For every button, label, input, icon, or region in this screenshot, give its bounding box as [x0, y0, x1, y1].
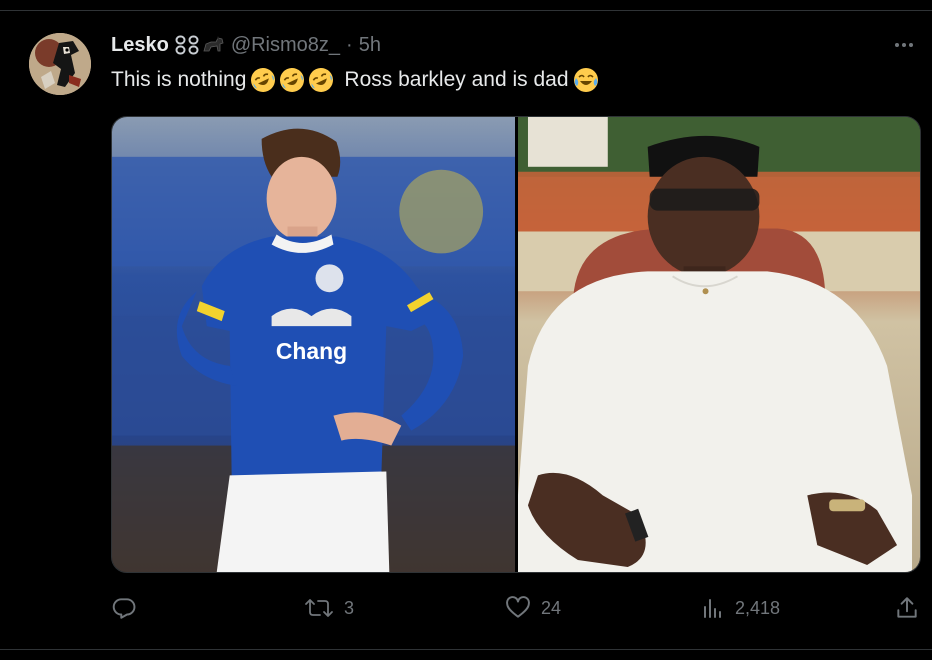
views-button[interactable]: 2,418: [701, 595, 780, 621]
retweet-button[interactable]: 3: [304, 595, 354, 621]
share-icon: [897, 597, 917, 618]
views-count: 2,418: [735, 597, 781, 618]
rolling-laughing-emoji-icon: [279, 67, 305, 93]
tweet-media[interactable]: Chang: [111, 116, 921, 573]
heart-icon: [506, 596, 530, 618]
display-name[interactable]: Lesko: [111, 34, 169, 57]
reply-button[interactable]: [111, 595, 147, 621]
tweet[interactable]: Lesko @Rismo8z_ · 5h This is nothing Ros…: [0, 11, 932, 649]
avatar[interactable]: [29, 33, 91, 95]
chain-link-icon: [175, 35, 186, 55]
timestamp[interactable]: 5h: [359, 34, 381, 57]
name-emoji-badges: [175, 35, 225, 55]
retweet-count: 3: [344, 597, 355, 618]
kit-sponsor-text: Chang: [276, 338, 347, 364]
separator-dot: ·: [346, 33, 353, 56]
more-dot: [895, 43, 899, 47]
more-options-button[interactable]: [890, 35, 918, 55]
tweet-text: This is nothing Ross barkley and is dad: [111, 67, 599, 93]
media-photo-footballer[interactable]: Chang: [112, 117, 515, 572]
chain-link-icon: [188, 35, 199, 55]
user-handle[interactable]: @Rismo8z_: [231, 34, 340, 57]
tweet-header: Lesko @Rismo8z_ · 5h: [111, 33, 381, 57]
action-bar: 3 24 2,418: [111, 595, 921, 621]
emoji-group: [250, 67, 334, 93]
avatar-image: [29, 33, 91, 95]
more-dot: [909, 43, 913, 47]
retweet-icon: [305, 599, 333, 617]
more-dot: [902, 43, 906, 47]
elderly-man-image: [518, 117, 920, 572]
rolling-laughing-emoji-icon: [308, 67, 334, 93]
footballer-image: Chang: [112, 117, 515, 572]
tweet-text-part-1: This is nothing: [111, 68, 247, 91]
media-photo-elderly-man[interactable]: [518, 117, 920, 572]
tweet-text-part-2: Ross barkley and is dad: [344, 68, 569, 91]
reply-icon: [112, 598, 136, 619]
horse-icon: [203, 36, 224, 52]
rolling-laughing-emoji-icon: [250, 67, 276, 93]
tears-of-joy-emoji-icon: [573, 67, 599, 93]
views-chart-icon: [704, 599, 721, 618]
like-button[interactable]: 24: [505, 595, 561, 621]
bottom-divider: [0, 649, 932, 650]
share-button[interactable]: [894, 595, 920, 621]
like-count: 24: [541, 597, 562, 618]
